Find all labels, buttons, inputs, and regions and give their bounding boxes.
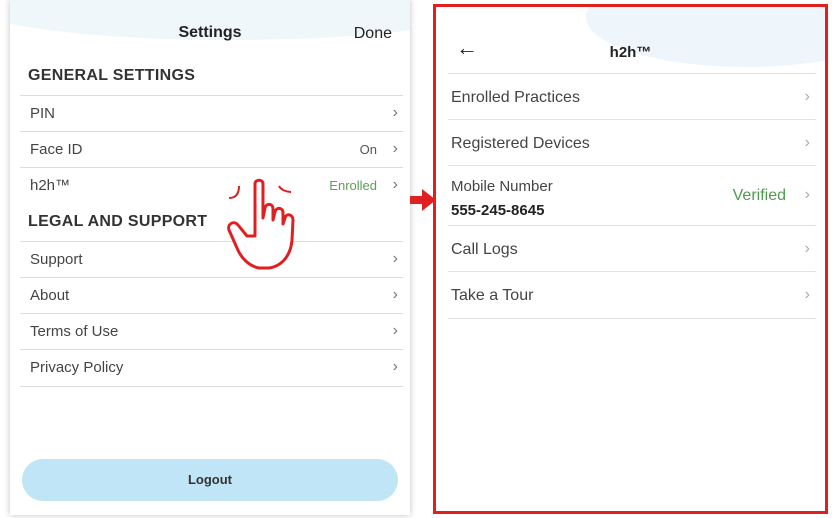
settings-item-label: Privacy Policy bbox=[30, 359, 124, 376]
chevron-right-icon: › bbox=[392, 140, 398, 157]
h2h-item-label: Mobile Number bbox=[451, 178, 553, 195]
h2h-item-enrolled-practices[interactable]: Enrolled Practices › bbox=[448, 73, 816, 120]
settings-item-label: Face ID bbox=[30, 141, 83, 158]
settings-item-about[interactable]: About › bbox=[20, 277, 403, 314]
h2h-title: h2h™ bbox=[609, 44, 652, 61]
settings-item-label: PIN bbox=[30, 105, 56, 122]
chevron-right-icon: › bbox=[804, 240, 810, 257]
mobile-number-value: 555-245-8645 bbox=[451, 202, 545, 219]
h2h-item-mobile-number[interactable]: Mobile Number 555-245-8645 Verified › bbox=[448, 165, 816, 226]
settings-item-face-id[interactable]: Face ID On › bbox=[20, 131, 403, 168]
settings-item-terms[interactable]: Terms of Use › bbox=[20, 313, 403, 350]
h2h-item-label: Take a Tour bbox=[451, 287, 534, 304]
h2h-item-call-logs[interactable]: Call Logs › bbox=[448, 225, 816, 272]
settings-title: Settings bbox=[178, 24, 242, 41]
chevron-right-icon: › bbox=[804, 134, 810, 151]
chevron-right-icon: › bbox=[392, 104, 398, 121]
settings-item-h2h[interactable]: h2h™ Enrolled › bbox=[20, 167, 403, 204]
settings-item-privacy[interactable]: Privacy Policy › bbox=[20, 349, 403, 387]
settings-item-label: h2h™ bbox=[30, 177, 71, 194]
settings-nav-bar: Settings Done bbox=[10, 0, 410, 60]
h2h-item-registered-devices[interactable]: Registered Devices › bbox=[448, 119, 816, 166]
chevron-right-icon: › bbox=[392, 322, 398, 339]
settings-item-pin[interactable]: PIN › bbox=[20, 95, 403, 132]
chevron-right-icon: › bbox=[392, 358, 398, 375]
legal-support-header: LEGAL AND SUPPORT bbox=[28, 213, 208, 230]
face-id-status: On bbox=[359, 142, 377, 157]
logout-button[interactable]: Logout bbox=[22, 459, 398, 501]
pointing-hand-icon bbox=[227, 178, 295, 270]
settings-item-label: About bbox=[30, 287, 70, 304]
chevron-right-icon: › bbox=[804, 88, 810, 105]
general-settings-header: GENERAL SETTINGS bbox=[28, 67, 196, 84]
settings-screen: Settings Done GENERAL SETTINGS PIN › Fac… bbox=[10, 0, 410, 515]
h2h-item-label: Call Logs bbox=[451, 241, 518, 258]
settings-item-label: Support bbox=[30, 251, 83, 268]
h2h-item-take-a-tour[interactable]: Take a Tour › bbox=[448, 271, 816, 319]
h2h-enrolled-status: Enrolled bbox=[329, 178, 377, 193]
settings-item-label: Terms of Use bbox=[30, 323, 119, 340]
h2h-item-label: Registered Devices bbox=[451, 135, 590, 152]
chevron-right-icon: › bbox=[392, 176, 398, 193]
chevron-right-icon: › bbox=[392, 250, 398, 267]
verified-status: Verified bbox=[732, 187, 786, 204]
chevron-right-icon: › bbox=[804, 286, 810, 303]
chevron-right-icon: › bbox=[804, 186, 810, 203]
settings-item-support[interactable]: Support › bbox=[20, 241, 403, 278]
chevron-right-icon: › bbox=[392, 286, 398, 303]
done-button[interactable]: Done bbox=[354, 25, 392, 43]
h2h-screen: ← h2h™ Enrolled Practices › Registered D… bbox=[433, 4, 828, 514]
h2h-item-label: Enrolled Practices bbox=[451, 89, 580, 106]
